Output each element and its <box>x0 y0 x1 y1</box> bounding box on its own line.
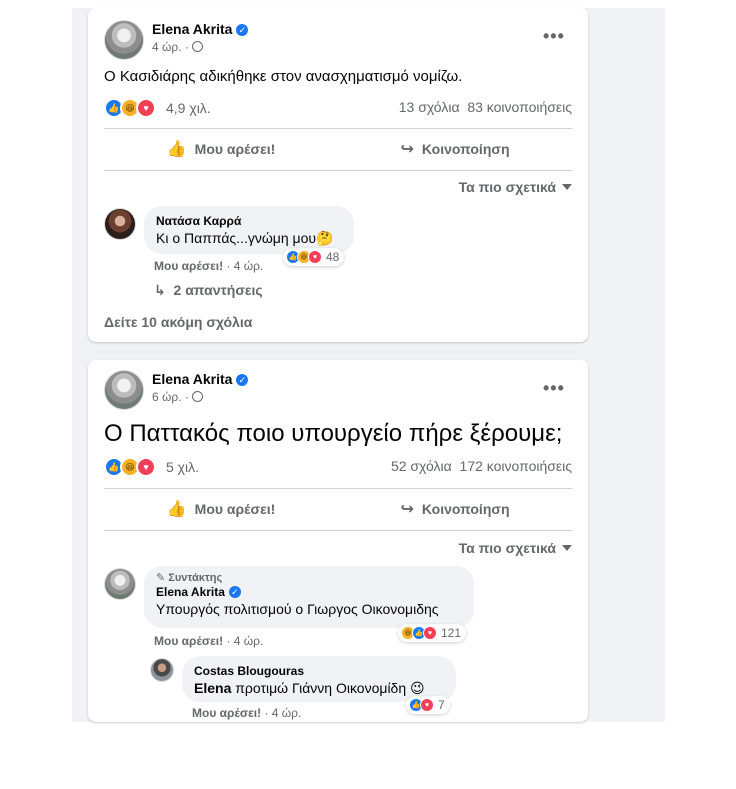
share-count[interactable]: 172 κοινοποιήσεις <box>460 458 572 474</box>
globe-icon <box>191 391 203 402</box>
share-arrow-icon: ↪ <box>400 501 414 518</box>
reply-text: προτιμώ Γιάννη Οικονομίδη <box>231 680 407 696</box>
reply-avatar[interactable] <box>150 658 174 682</box>
author-badge: Συντάκτης <box>168 572 223 584</box>
reaction-summary[interactable]: 👍 😆 ♥ 5 χιλ. <box>104 457 199 477</box>
love-icon: ♥ <box>308 250 322 264</box>
author-name[interactable]: Elena Akrita <box>152 371 232 387</box>
comment-reactions[interactable]: 👍 😆 ♥ 48 <box>283 248 345 266</box>
verified-icon: ✓ <box>236 374 249 386</box>
comment-reaction-count: 48 <box>326 250 340 264</box>
post-text: Ο Παττακός ποιο υπουργείο πήρε ξέρουμε; <box>104 420 563 447</box>
share-arrow-icon: ↪ <box>400 141 414 158</box>
comment-time[interactable]: · 4 ώρ. <box>226 634 263 648</box>
comment-reactions[interactable]: 😆 👍 ♥ 121 <box>398 624 467 642</box>
love-icon: ♥ <box>423 626 437 640</box>
reply-time[interactable]: · 4 ώρ. <box>264 706 301 720</box>
divider <box>104 530 572 531</box>
comment-like-link[interactable]: Μου αρέσει! <box>154 259 223 273</box>
thinking-emoji: 🤔 <box>316 230 334 246</box>
mention-link[interactable]: Elena <box>194 680 231 696</box>
share-button[interactable]: ↪ Κοινοποίηση <box>338 131 572 167</box>
share-count[interactable]: 83 κοινοποιήσεις <box>467 99 572 115</box>
comment-count[interactable]: 13 σχόλια <box>399 99 460 115</box>
comment-reaction-count: 121 <box>441 626 462 640</box>
love-icon: ♥ <box>420 698 434 712</box>
like-button[interactable]: 👍 Μου αρέσει! <box>104 131 338 167</box>
commenter-avatar[interactable] <box>104 568 136 600</box>
view-replies-link[interactable]: ↳ 2 απαντήσεις <box>154 282 263 299</box>
thumbs-up-icon: 👍 <box>166 141 187 158</box>
reply-arrow-icon: ↳ <box>154 282 166 298</box>
reaction-count: 5 χιλ. <box>166 459 200 475</box>
reply-reaction-count: 7 <box>438 698 445 712</box>
pencil-icon: ✎ <box>156 572 166 584</box>
author-avatar[interactable] <box>104 370 144 410</box>
wink-emoji: 😉 <box>410 680 425 696</box>
verified-icon: ✓ <box>236 24 249 36</box>
reply-author[interactable]: Costas Blougouras <box>194 663 444 679</box>
love-icon: ♥ <box>136 98 156 118</box>
comment-text: Κι ο Παππάς...γνώμη μου <box>156 230 317 246</box>
caret-down-icon <box>562 545 572 551</box>
post-card: Elena Akrita ✓ 6 ώρ. · ••• Ο Παττακός ποι… <box>88 360 588 722</box>
comment-text: Υπουργός πολιτισμού ο Γιωργος Οικονομιδη… <box>156 601 439 617</box>
commenter-name[interactable]: Elena Akrita <box>156 585 225 599</box>
thumbs-up-icon: 👍 <box>166 501 187 518</box>
caret-down-icon <box>562 184 572 190</box>
globe-icon <box>191 41 203 52</box>
post-time[interactable]: 6 ώρ. <box>152 390 182 404</box>
post-text: Ο Κασιδιάρης αδικήθηκε στον ανασχηματισμ… <box>104 68 463 85</box>
sort-dropdown[interactable]: Τα πιο σχετικά <box>459 540 572 556</box>
comment-time[interactable]: · 4 ώρ. <box>226 259 263 273</box>
verified-icon: ✓ <box>228 586 241 598</box>
comment-like-link[interactable]: Μου αρέσει! <box>154 634 223 648</box>
more-icon[interactable]: ••• <box>543 26 565 47</box>
more-icon[interactable]: ••• <box>543 378 565 399</box>
reply-reactions[interactable]: 👍 ♥ 7 <box>406 696 450 714</box>
divider <box>104 128 572 129</box>
comment-count[interactable]: 52 σχόλια <box>391 458 452 474</box>
author-avatar[interactable] <box>104 20 144 60</box>
comment-bubble: Νατάσα Καρρά Κι ο Παππάς...γνώμη μου🤔 <box>144 206 354 254</box>
commenter-avatar[interactable] <box>104 208 136 240</box>
comment-bubble: ✎ Συντάκτης Elena Akrita ✓ Υπουργός πολιτ… <box>144 566 474 628</box>
commenter-name[interactable]: Νατάσα Καρρά <box>156 213 342 229</box>
post-time[interactable]: 4 ώρ. <box>152 40 182 54</box>
author-name[interactable]: Elena Akrita <box>152 21 232 37</box>
share-button[interactable]: ↪ Κοινοποίηση <box>338 491 572 527</box>
post-card: Elena Akrita ✓ 4 ώρ. · ••• Ο Κασιδιάρης α… <box>88 8 588 342</box>
view-more-comments-link[interactable]: Δείτε 10 ακόμη σχόλια <box>104 314 252 330</box>
love-icon: ♥ <box>136 457 156 477</box>
reaction-count: 4,9 χιλ. <box>166 100 211 116</box>
divider <box>104 488 572 489</box>
reaction-summary[interactable]: 👍 😆 ♥ 4,9 χιλ. <box>104 98 211 118</box>
divider <box>104 170 572 171</box>
like-button[interactable]: 👍 Μου αρέσει! <box>104 491 338 527</box>
sort-dropdown[interactable]: Τα πιο σχετικά <box>459 179 572 195</box>
reply-like-link[interactable]: Μου αρέσει! <box>192 706 261 720</box>
